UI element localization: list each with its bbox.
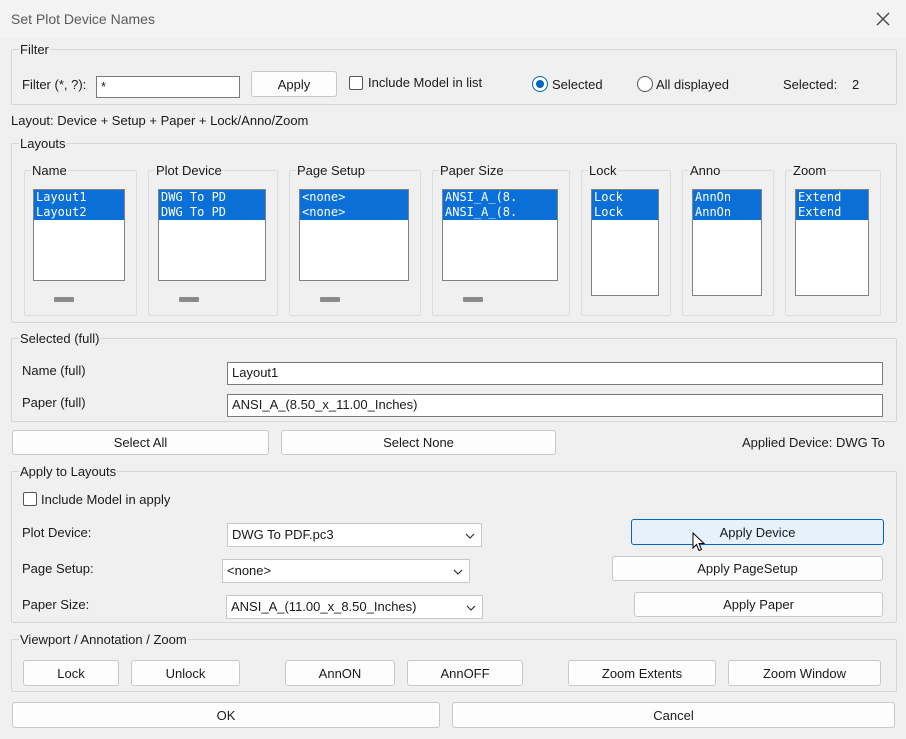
- list-item[interactable]: ANSI_A_(8.: [443, 190, 557, 205]
- include-model-apply-checkbox[interactable]: [23, 492, 37, 506]
- list-item[interactable]: Layout1: [34, 190, 124, 205]
- zoom-window-button[interactable]: Zoom Window: [728, 660, 881, 686]
- page-setup-select[interactable]: <none>: [222, 559, 470, 583]
- scrollbar-grip[interactable]: [320, 297, 340, 302]
- list-item[interactable]: Lock: [592, 190, 658, 205]
- listbox-page-setup[interactable]: <none> <none>: [299, 189, 409, 281]
- paper-size-select[interactable]: ANSI_A_(11.00_x_8.50_Inches): [226, 595, 483, 619]
- list-item[interactable]: Extend: [796, 205, 868, 220]
- layout-caption: Layout: Device + Setup + Paper + Lock/An…: [11, 113, 309, 128]
- listbox-lock[interactable]: Lock Lock: [591, 189, 659, 296]
- layouts-group-label: Layouts: [19, 136, 67, 151]
- list-item[interactable]: ANSI_A_(8.: [443, 205, 557, 220]
- listbox-plot-device[interactable]: DWG To PD DWG To PD: [158, 189, 266, 281]
- unlock-button[interactable]: Unlock: [131, 660, 240, 686]
- include-model-list-label: Include Model in list: [368, 75, 483, 90]
- paper-size-label: Paper Size:: [22, 597, 90, 612]
- column-header-anno: Anno: [689, 163, 722, 178]
- paper-full-label: Paper (full): [22, 395, 86, 410]
- radio-all-displayed-label: All displayed: [656, 77, 729, 92]
- applied-device-text: Applied Device: DWG To: [742, 435, 885, 450]
- plot-device-label: Plot Device:: [22, 525, 92, 540]
- apply-pagesetup-button[interactable]: Apply PageSetup: [612, 556, 883, 581]
- selected-count: 2: [852, 77, 860, 92]
- column-header-page-setup: Page Setup: [296, 163, 366, 178]
- scrollbar-grip[interactable]: [179, 297, 199, 302]
- include-model-apply-label: Include Model in apply: [41, 492, 171, 507]
- radio-selected[interactable]: [532, 76, 548, 92]
- chevron-down-icon: [466, 601, 476, 611]
- scrollbar-grip[interactable]: [54, 297, 74, 302]
- list-item[interactable]: Layout2: [34, 205, 124, 220]
- radio-all-displayed[interactable]: [637, 76, 653, 92]
- zoom-extents-button[interactable]: Zoom Extents: [568, 660, 716, 686]
- ok-button[interactable]: OK: [12, 702, 440, 728]
- page-setup-label: Page Setup:: [22, 561, 94, 576]
- mouse-pointer-icon: [692, 531, 706, 552]
- window-title: Set Plot Device Names: [11, 11, 155, 27]
- apply-group-label: Apply to Layouts: [19, 464, 118, 479]
- list-item[interactable]: <none>: [300, 190, 408, 205]
- annoff-button[interactable]: AnnOFF: [407, 660, 523, 686]
- name-full-field[interactable]: Layout1: [227, 362, 883, 385]
- select-all-button[interactable]: Select All: [12, 430, 269, 455]
- selected-count-label: Selected:: [783, 77, 838, 92]
- close-icon[interactable]: [872, 8, 894, 30]
- apply-device-button[interactable]: Apply Device: [631, 519, 884, 545]
- list-item[interactable]: Extend: [796, 190, 868, 205]
- viewport-group-label: Viewport / Annotation / Zoom: [19, 632, 188, 647]
- plot-device-value: DWG To PDF.pc3: [232, 527, 334, 542]
- plot-device-select[interactable]: DWG To PDF.pc3: [227, 523, 482, 547]
- column-header-plot-device: Plot Device: [155, 163, 223, 178]
- filter-apply-button[interactable]: Apply: [251, 71, 337, 97]
- filter-label: Filter (*, ?):: [22, 77, 87, 92]
- listbox-paper-size[interactable]: ANSI_A_(8. ANSI_A_(8.: [442, 189, 558, 281]
- name-full-label: Name (full): [22, 363, 86, 378]
- selected-full-group-label: Selected (full): [19, 331, 101, 346]
- list-item[interactable]: DWG To PD: [159, 205, 265, 220]
- column-header-lock: Lock: [588, 163, 618, 178]
- lock-button[interactable]: Lock: [23, 660, 119, 686]
- filter-input[interactable]: *: [96, 76, 240, 98]
- column-header-paper-size: Paper Size: [439, 163, 505, 178]
- list-item[interactable]: DWG To PD: [159, 190, 265, 205]
- apply-paper-button[interactable]: Apply Paper: [634, 592, 883, 617]
- list-item[interactable]: AnnOn: [693, 205, 761, 220]
- listbox-zoom[interactable]: Extend Extend: [795, 189, 869, 296]
- listbox-anno[interactable]: AnnOn AnnOn: [692, 189, 762, 296]
- paper-full-field[interactable]: ANSI_A_(8.50_x_11.00_Inches): [227, 394, 883, 417]
- list-item[interactable]: Lock: [592, 205, 658, 220]
- paper-size-value: ANSI_A_(11.00_x_8.50_Inches): [231, 599, 417, 614]
- chevron-down-icon: [453, 565, 463, 575]
- list-item[interactable]: <none>: [300, 205, 408, 220]
- column-header-zoom: Zoom: [792, 163, 828, 178]
- radio-selected-label: Selected: [552, 77, 603, 92]
- select-none-button[interactable]: Select None: [281, 430, 556, 455]
- chevron-down-icon: [465, 529, 475, 539]
- filter-group-label: Filter: [19, 42, 50, 57]
- include-model-list-checkbox[interactable]: [349, 76, 363, 90]
- cancel-button[interactable]: Cancel: [452, 702, 895, 728]
- annon-button[interactable]: AnnON: [285, 660, 395, 686]
- column-header-name: Name: [31, 163, 68, 178]
- listbox-name[interactable]: Layout1 Layout2: [33, 189, 125, 281]
- scrollbar-grip[interactable]: [463, 297, 483, 302]
- page-setup-value: <none>: [227, 563, 272, 578]
- list-item[interactable]: AnnOn: [693, 190, 761, 205]
